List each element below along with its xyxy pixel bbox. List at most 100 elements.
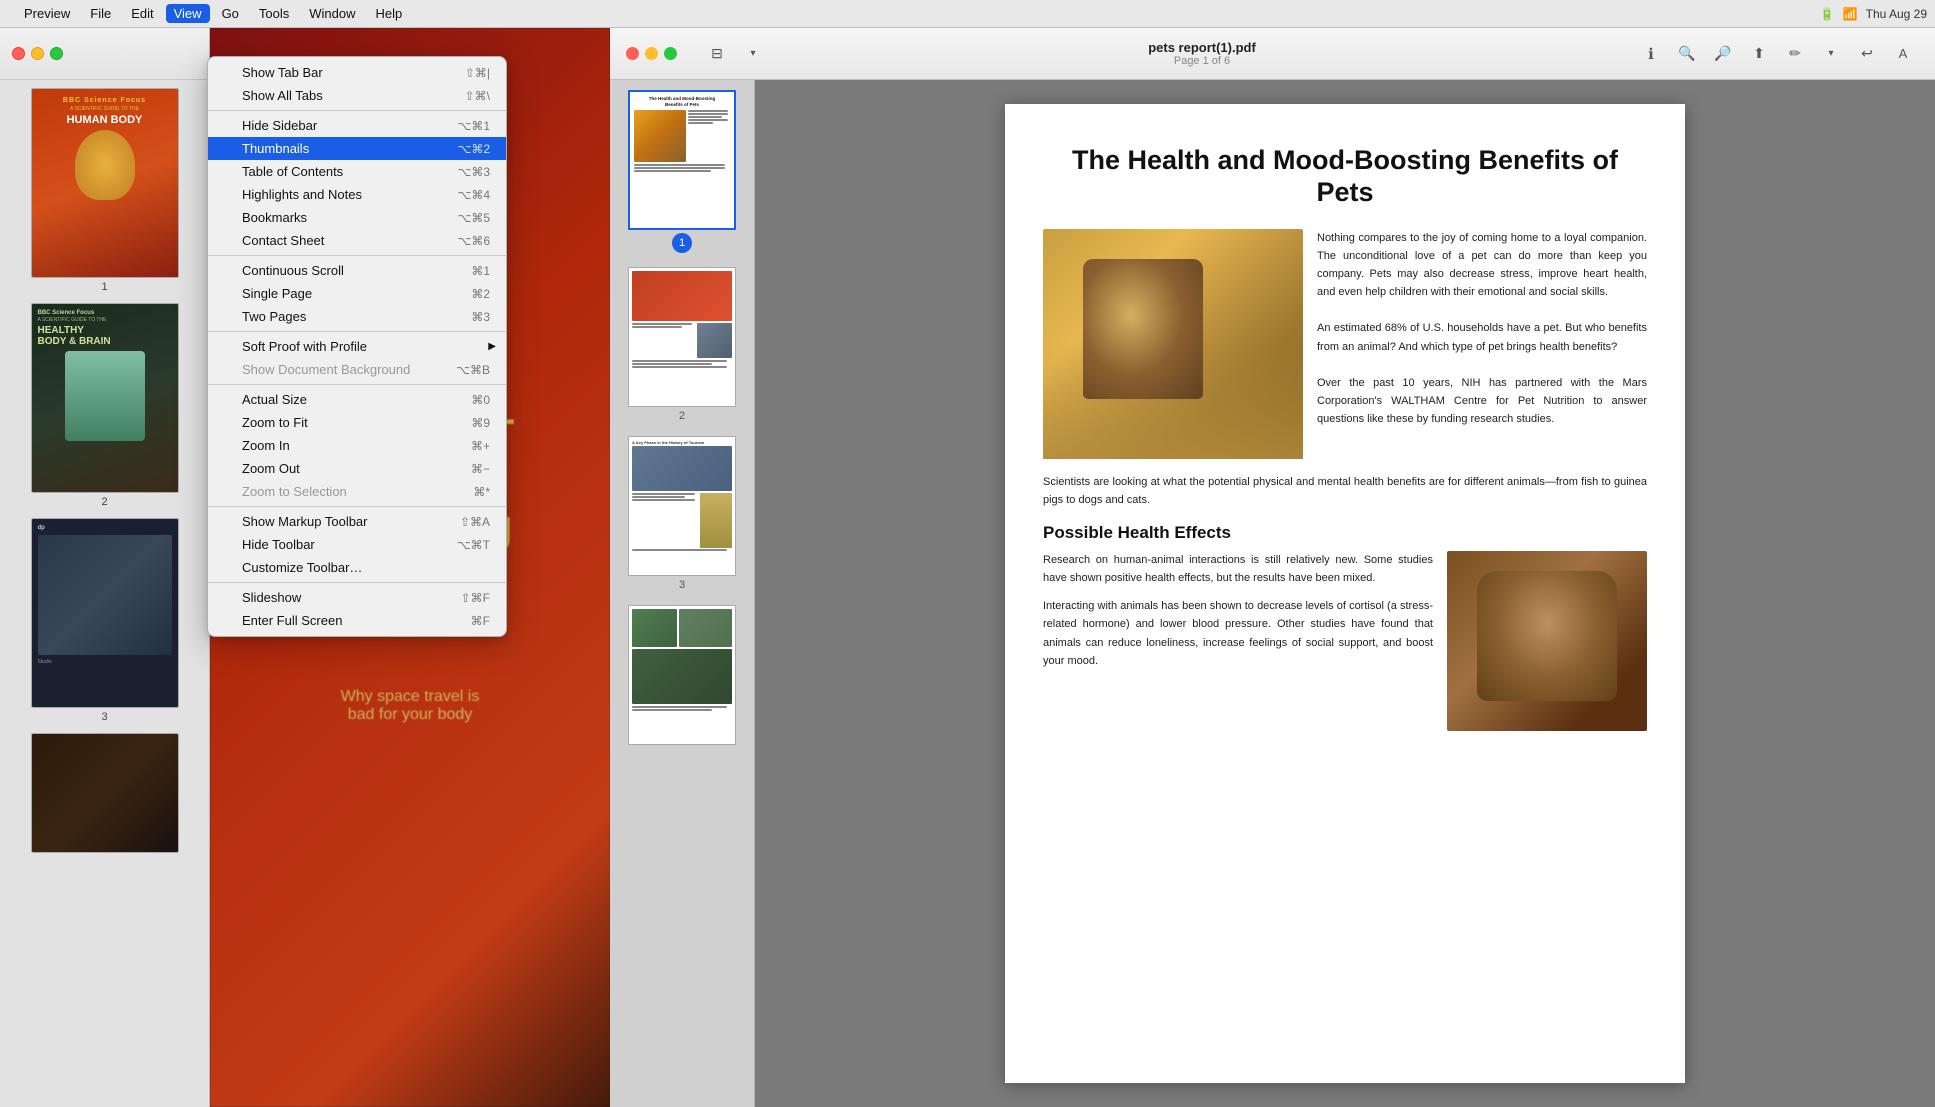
pdf-close-button[interactable]	[626, 47, 639, 60]
sidebar-thumb-1[interactable]: BBC Science Focus A SCIENTIFIC GUIDE TO …	[6, 88, 203, 293]
menu-item-zoom-to-selection: Zoom to Selection ⌘*	[208, 480, 506, 503]
shortcut-show-markup: ⇧⌘A	[460, 515, 490, 529]
pdf-page-num-2: 2	[679, 410, 685, 422]
menu-item-show-all-tabs[interactable]: Show All Tabs ⇧⌘\	[208, 84, 506, 107]
close-button[interactable]	[12, 47, 25, 60]
menubar-view[interactable]: View	[166, 4, 210, 23]
pdf-page-thumb-3[interactable]: A Key Phase in the History of Tourism	[618, 436, 746, 591]
pdf-minimize-button[interactable]	[645, 47, 658, 60]
divider-6	[208, 582, 506, 583]
shortcut-show-doc-bg: ⌥⌘B	[456, 363, 490, 377]
menu-item-hide-toolbar[interactable]: Hide Toolbar ⌥⌘T	[208, 533, 506, 556]
battery-icon: 🔋	[1820, 7, 1835, 21]
traffic-lights	[12, 47, 63, 60]
article-bottom-section: Research on human-animal interactions is…	[1043, 551, 1647, 731]
menu-label-highlights: Highlights and Notes	[242, 187, 457, 202]
pdf-viewer-window: ⊟ ▾ pets report(1).pdf Page 1 of 6 ℹ 🔍 🔎…	[610, 28, 1935, 1107]
menu-item-slideshow[interactable]: Slideshow ⇧⌘F	[208, 586, 506, 609]
menu-item-zoom-in[interactable]: Zoom In ⌘+	[208, 434, 506, 457]
menu-label-two-pages: Two Pages	[242, 309, 471, 324]
shortcut-contact-sheet: ⌥⌘6	[457, 234, 490, 248]
zoom-out-button[interactable]: 🔍	[1671, 38, 1703, 70]
pdf-page-thumb-4[interactable]	[618, 605, 746, 745]
sidebar-thumb-2[interactable]: BBC Science Focus A SCIENTIFIC GUIDE TO …	[6, 303, 203, 508]
menu-item-customize-toolbar[interactable]: Customize Toolbar…	[208, 556, 506, 579]
pdf-main-view[interactable]: The Health and Mood-Boosting Benefits of…	[755, 80, 1935, 1107]
sidebar-thumb-4[interactable]	[6, 733, 203, 853]
menu-item-actual-size[interactable]: Actual Size ⌘0	[208, 388, 506, 411]
share-button[interactable]: ⬆	[1743, 38, 1775, 70]
menu-label-zoom-to-selection: Zoom to Selection	[242, 484, 473, 499]
menu-item-show-markup-toolbar[interactable]: Show Markup Toolbar ⇧⌘A	[208, 510, 506, 533]
shortcut-toc: ⌥⌘3	[457, 165, 490, 179]
menu-item-single-page[interactable]: Single Page ⌘2	[208, 282, 506, 305]
divider-4	[208, 384, 506, 385]
sidebar-thumb-3[interactable]: dp Studio 3	[6, 518, 203, 723]
menu-item-table-of-contents[interactable]: Table of Contents ⌥⌘3	[208, 160, 506, 183]
sidebar-toggle-button[interactable]: ⊟	[701, 38, 733, 70]
shortcut-highlights: ⌥⌘4	[457, 188, 490, 202]
maximize-button[interactable]	[50, 47, 63, 60]
menubar-tools[interactable]: Tools	[251, 4, 297, 23]
sidebar-thumbnails: BBC Science Focus A SCIENTIFIC GUIDE TO …	[0, 80, 209, 1107]
article-cat-image	[1043, 229, 1303, 459]
info-button[interactable]: ℹ	[1635, 38, 1667, 70]
pdf-page-badge-1: 1	[672, 233, 692, 253]
menu-item-show-tab-bar[interactable]: Show Tab Bar ⇧⌘|	[208, 61, 506, 84]
markup-button[interactable]: ✏	[1779, 38, 1811, 70]
divider-5	[208, 506, 506, 507]
article-bottom-text: Research on human-animal interactions is…	[1043, 551, 1433, 731]
zoom-in-button[interactable]: 🔎	[1707, 38, 1739, 70]
pdf-page-thumb-1[interactable]: The Health and Mood-BoostingBenefits of …	[618, 90, 746, 253]
article-dog-image	[1447, 551, 1647, 731]
menu-item-bookmarks[interactable]: Bookmarks ⌥⌘5	[208, 206, 506, 229]
menu-label-fullscreen: Enter Full Screen	[242, 613, 471, 628]
shortcut-show-all-tabs: ⇧⌘\	[465, 89, 490, 103]
menubar-help[interactable]: Help	[368, 4, 411, 23]
menubar-date: Thu Aug 29	[1866, 7, 1927, 21]
menu-item-highlights-notes[interactable]: Highlights and Notes ⌥⌘4	[208, 183, 506, 206]
menubar-window[interactable]: Window	[301, 4, 363, 23]
article-h2: Possible Health Effects	[1043, 523, 1647, 543]
pdf-maximize-button[interactable]	[664, 47, 677, 60]
menu-label-thumbnails: Thumbnails	[242, 141, 457, 156]
view-menu[interactable]: Show Tab Bar ⇧⌘| Show All Tabs ⇧⌘\ Hide …	[207, 56, 507, 637]
menu-item-show-doc-bg: Show Document Background ⌥⌘B	[208, 358, 506, 381]
menu-item-contact-sheet[interactable]: Contact Sheet ⌥⌘6	[208, 229, 506, 252]
menu-item-continuous-scroll[interactable]: ✓ Continuous Scroll ⌘1	[208, 259, 506, 282]
pdf-page-num-3: 3	[679, 579, 685, 591]
pdf-doc-name: pets report(1).pdf	[777, 40, 1627, 55]
menu-label-hide-toolbar: Hide Toolbar	[242, 537, 457, 552]
menu-label-show-all-tabs: Show All Tabs	[242, 88, 465, 103]
menubar-edit[interactable]: Edit	[123, 4, 161, 23]
sidebar-thumb-label-3: 3	[101, 711, 107, 723]
wifi-icon: 📶	[1843, 7, 1858, 21]
sidebar-toggle-chevron[interactable]: ▾	[737, 38, 769, 70]
shortcut-slideshow: ⇧⌘F	[461, 591, 490, 605]
minimize-button[interactable]	[31, 47, 44, 60]
shortcut-thumbnails: ⌥⌘2	[457, 142, 490, 156]
menubar-go[interactable]: Go	[214, 4, 247, 23]
shortcut-hide-sidebar: ⌥⌘1	[457, 119, 490, 133]
menu-label-show-markup: Show Markup Toolbar	[242, 514, 460, 529]
menu-item-thumbnails[interactable]: ✓ Thumbnails ⌥⌘2	[208, 137, 506, 160]
menubar-file[interactable]: File	[82, 4, 119, 23]
menu-label-customize-toolbar: Customize Toolbar…	[242, 560, 490, 575]
article-full-para: Scientists are looking at what the poten…	[1043, 473, 1647, 509]
menu-item-zoom-out[interactable]: Zoom Out ⌘−	[208, 457, 506, 480]
pdf-page-thumb-2[interactable]: 2	[618, 267, 746, 422]
pdf-toolbar-icons: ⊟ ▾	[701, 38, 769, 70]
annotate-button[interactable]: A	[1887, 38, 1919, 70]
menu-item-hide-sidebar[interactable]: Hide Sidebar ⌥⌘1	[208, 114, 506, 137]
menu-item-soft-proof[interactable]: Soft Proof with Profile	[208, 335, 506, 358]
menu-item-zoom-to-fit[interactable]: ✓ Zoom to Fit ⌘9	[208, 411, 506, 434]
menu-label-single-page: Single Page	[242, 286, 471, 301]
menubar-preview[interactable]: Preview	[16, 4, 78, 23]
menubar-right: 🔋 📶 Thu Aug 29	[1820, 7, 1927, 21]
pdf-page-content: The Health and Mood-Boosting Benefits of…	[1005, 104, 1685, 1083]
pdf-content-area: The Health and Mood-BoostingBenefits of …	[610, 80, 1935, 1107]
menu-item-enter-fullscreen[interactable]: Enter Full Screen ⌘F	[208, 609, 506, 632]
menu-item-two-pages[interactable]: Two Pages ⌘3	[208, 305, 506, 328]
markup-chevron[interactable]: ▾	[1815, 38, 1847, 70]
rotate-button[interactable]: ↩	[1851, 38, 1883, 70]
